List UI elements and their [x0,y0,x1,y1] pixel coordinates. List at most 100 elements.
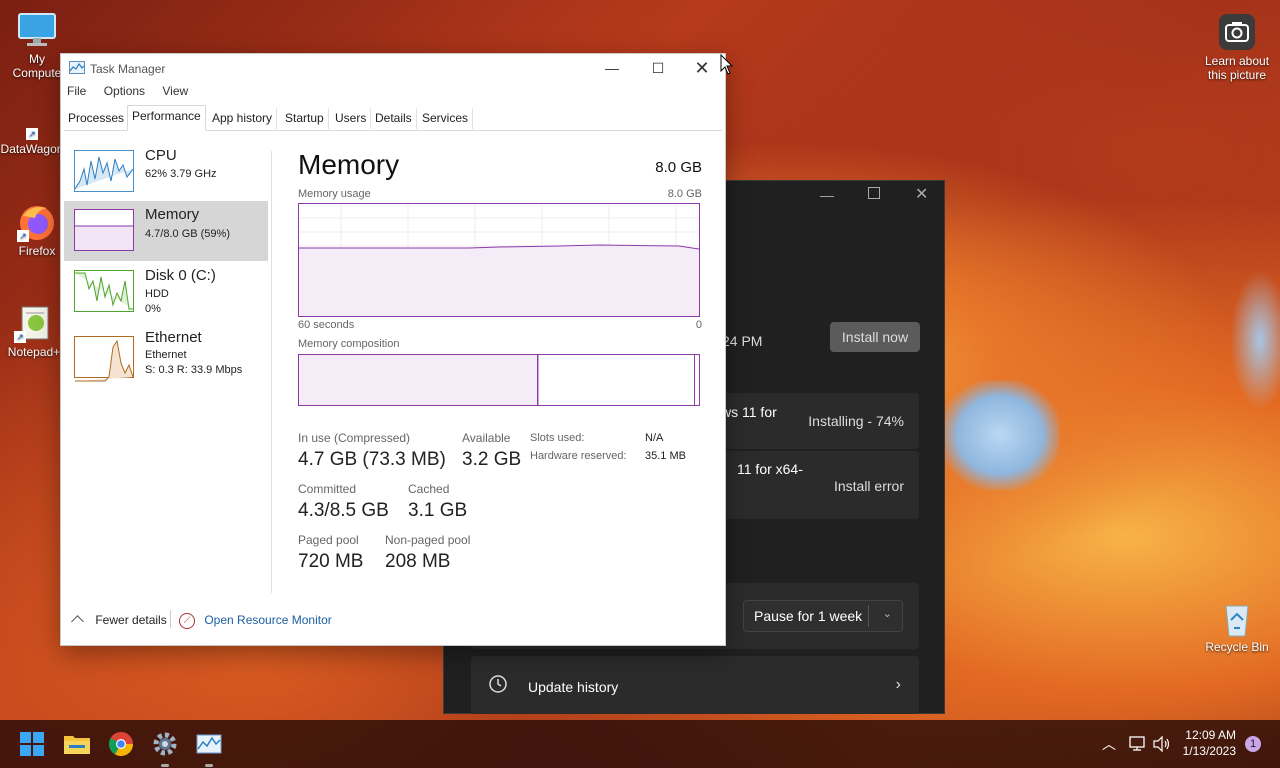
chrome-icon [108,732,133,757]
maximize-button[interactable]: ☐ [635,54,681,82]
task-manager-icon [196,734,222,754]
composition-modified [538,355,539,405]
windows-logo-icon [20,732,44,756]
sidebar-ethernet-name: Ethernet [145,329,202,346]
fewer-details-button[interactable]: Fewer details [71,613,167,628]
chevron-right-icon: › [895,676,901,693]
memory-usage-label: Memory usage [298,188,371,200]
sidebar-memory-detail: 4.7/8.0 GB (59%) [145,228,230,240]
desktop-icon-label: DataWagon [0,142,64,156]
hardware-reserved-label: Hardware reserved: [530,450,627,462]
pause-updates-dropdown[interactable]: Pause for 1 week ⌄ [743,600,903,632]
task-manager-window[interactable]: Task Manager — ☐ ✕ File Options View Pro… [60,53,726,646]
clock-date: 1/13/2023 [1182,744,1236,758]
tab-startup[interactable]: Startup [281,108,329,129]
cpu-thumbnail-graph [74,150,134,192]
sidebar-item-ethernet[interactable]: Ethernet Ethernet S: 0.3 R: 33.9 Mbps [64,328,268,386]
desktop-icon-notepadpp[interactable]: ↗ Notepad+ [2,303,66,359]
start-button[interactable] [16,728,48,760]
desktop-icon-label: Recycle Bin [1205,640,1269,654]
desktop-icon-datawagon[interactable]: ↗ DataWagon [0,110,64,156]
settings-button[interactable] [149,728,181,767]
shortcut-arrow-icon: ↗ [26,128,38,140]
tab-app-history[interactable]: App history [208,108,278,129]
tab-performance[interactable]: Performance [127,105,206,131]
paged-pool-value: 720 MB [298,551,364,572]
cached-value: 3.1 GB [408,500,468,521]
monitor-icon [17,10,57,50]
sidebar-disk-type: HDD [145,288,169,300]
update-item-2-title: 11 for x64- [737,461,803,477]
footer-bar: Fewer details ⟋ Open Resource Monitor [61,610,725,634]
tab-strip: Processes Performance App history Startu… [64,105,722,131]
sidebar-item-disk[interactable]: Disk 0 (C:) HDD 0% [64,262,268,320]
minimize-button[interactable]: — [589,54,635,82]
network-icon[interactable] [1129,736,1147,755]
fewer-details-label: Fewer details [95,613,167,627]
ethernet-thumbnail-graph [74,336,134,382]
update-item-2-status: Install error [833,478,904,494]
close-button[interactable]: ✕ [915,184,928,204]
paged-pool-label: Paged pool [298,533,359,547]
composition-in-use [299,355,538,405]
update-item-1-status: Installing - 74% [808,413,904,429]
folder-icon [64,736,90,754]
chrome-button[interactable] [105,728,137,760]
notepad-plus-plus-icon: ↗ [14,303,54,343]
update-item-1-title: ws 11 for [721,404,777,420]
sidebar-item-cpu[interactable]: CPU 62% 3.79 GHz [64,142,268,200]
file-explorer-button[interactable] [61,728,93,760]
in-use-value: 4.7 GB (73.3 MB) [298,449,446,470]
volume-icon[interactable] [1153,735,1171,755]
sidebar-ethernet-throughput: S: 0.3 R: 33.9 Mbps [145,364,243,376]
pause-updates-label: Pause for 1 week [754,608,863,624]
open-resource-monitor-label: Open Resource Monitor [204,613,332,627]
title-bar[interactable]: Task Manager — ☐ ✕ [61,54,725,82]
show-hidden-icons-button[interactable]: ︿ [1102,734,1116,754]
memory-usage-max: 8.0 GB [667,188,702,200]
close-button[interactable]: ✕ [679,54,725,82]
mouse-cursor [720,53,734,81]
menu-options[interactable]: Options [104,84,145,98]
hardware-reserved-value: 35.1 MB [645,450,686,462]
menu-view[interactable]: View [162,84,188,98]
tab-users[interactable]: Users [331,108,372,129]
minimize-button[interactable]: — [820,187,834,203]
tab-processes[interactable]: Processes [64,108,130,129]
available-label: Available [462,431,511,445]
chevron-down-icon: ⌄ [882,608,892,620]
available-value: 3.2 GB [462,449,522,470]
task-manager-taskbar-button[interactable] [193,728,225,767]
graph-time-left: 60 seconds [298,319,355,331]
desktop-icon-recycle-bin[interactable]: Recycle Bin [1203,598,1271,654]
install-now-button[interactable]: Install now [830,322,920,352]
tab-services[interactable]: Services [418,108,474,129]
clock[interactable]: 12:09 AM 1/13/2023 [1182,728,1236,758]
memory-total: 8.0 GB [655,159,702,176]
desktop-icon-learn-about-picture[interactable]: Learn about this picture [1200,12,1274,82]
sidebar-disk-name: Disk 0 (C:) [145,267,216,284]
memory-usage-graph [298,203,700,317]
maximize-button[interactable] [868,187,880,199]
tab-details[interactable]: Details [371,108,417,129]
gear-icon [153,732,177,756]
sidebar-cpu-name: CPU [145,147,177,164]
slots-used-label: Slots used: [530,432,585,444]
committed-label: Committed [298,482,357,496]
in-use-label: In use (Compressed) [298,431,411,445]
firefox-icon: ↗ [17,202,57,242]
nonpaged-pool-label: Non-paged pool [385,533,471,547]
open-resource-monitor-link[interactable]: ⟋ Open Resource Monitor [179,613,332,630]
menu-file[interactable]: File [67,84,86,98]
chevron-up-icon [71,615,84,628]
update-history-label: Update history [528,679,619,695]
graph-time-right: 0 [695,319,702,331]
update-history-row[interactable]: Update history › [471,656,919,714]
shortcut-arrow-icon: ↗ [17,230,29,242]
memory-composition-label: Memory composition [298,338,400,350]
desktop-icon-label: Notepad+ [7,345,61,359]
memory-thumbnail-graph [74,209,134,251]
sidebar-item-memory[interactable]: Memory 4.7/8.0 GB (59%) [64,201,268,261]
notification-badge[interactable]: 1 [1245,736,1261,752]
sidebar-ethernet-adapter: Ethernet [145,349,187,361]
